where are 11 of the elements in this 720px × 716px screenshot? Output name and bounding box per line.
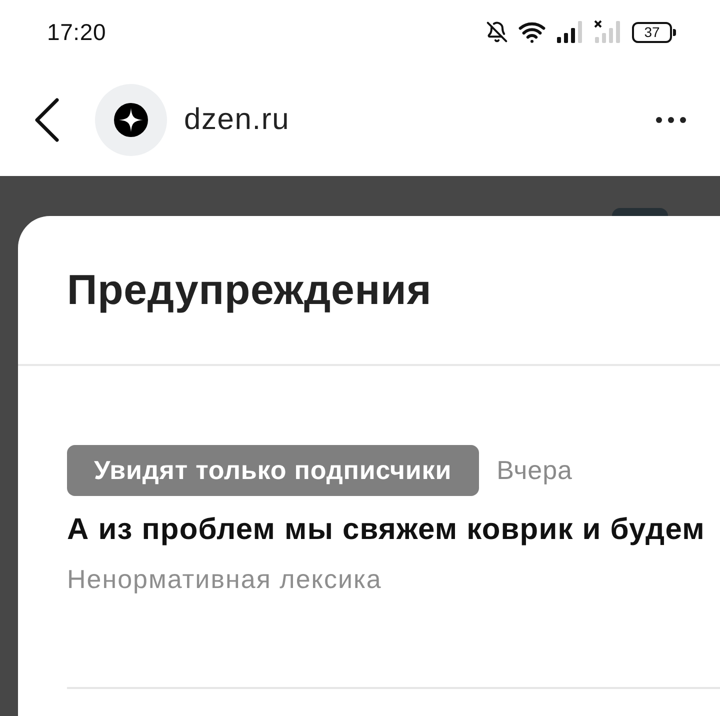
no-signal-icon: [594, 20, 622, 44]
warning-reason: Ненормативная лексика: [67, 563, 383, 595]
status-time: 17:20: [47, 18, 106, 46]
post-title[interactable]: А из проблем мы свяжем коврик и будем: [67, 512, 720, 548]
warning-date: Вчера: [496, 455, 572, 486]
site-domain: dzen.ru: [184, 103, 290, 137]
sheet-title: Предупреждения: [67, 266, 432, 314]
bell-off-icon: [486, 21, 508, 43]
chevron-left-icon: [34, 98, 60, 142]
audience-badge: Увидят только подписчики: [67, 445, 479, 496]
signal-icon: [556, 20, 584, 44]
